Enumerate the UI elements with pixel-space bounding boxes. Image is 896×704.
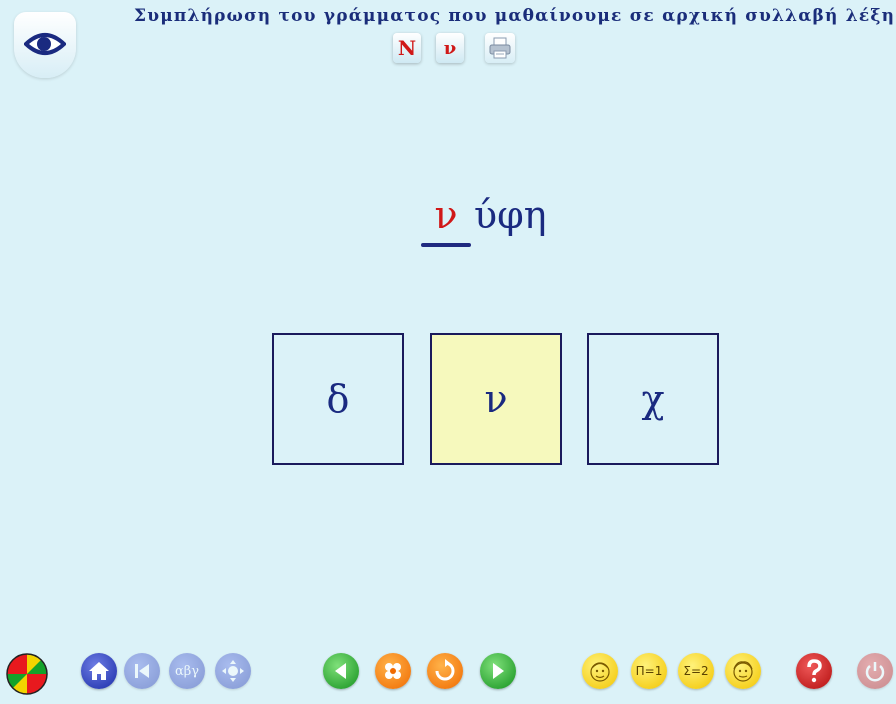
color-wheel-button[interactable] [5, 652, 49, 696]
navigate-icon [222, 660, 244, 682]
hint-face-button[interactable] [582, 653, 618, 689]
filled-blank[interactable]: ν [421, 193, 471, 237]
color-wheel-icon [6, 653, 48, 695]
refresh-icon [435, 659, 455, 681]
hint-face-icon [590, 662, 610, 682]
s2-icon: Σ=2 [683, 664, 709, 678]
previous-button[interactable] [323, 653, 359, 689]
choice-card-chi[interactable]: χ [587, 333, 719, 465]
s2-button[interactable]: Σ=2 [678, 653, 714, 689]
next-button[interactable] [480, 653, 516, 689]
choice-card-delta[interactable]: δ [272, 333, 404, 465]
power-button[interactable] [857, 653, 893, 689]
home-button[interactable] [81, 653, 117, 689]
cookie-button[interactable] [375, 653, 411, 689]
word-remainder: ύφη [474, 193, 547, 237]
alphabet-icon: αβγ [174, 663, 200, 679]
p1-button[interactable]: Π=1 [631, 653, 667, 689]
p1-icon: Π=1 [635, 664, 663, 678]
cookie-icon [385, 663, 401, 679]
first-icon [135, 664, 149, 678]
navigate-button[interactable] [215, 653, 251, 689]
question-icon [807, 659, 822, 683]
help-face-button[interactable] [725, 653, 761, 689]
alphabet-button[interactable]: αβγ [169, 653, 205, 689]
blank-underline [421, 243, 471, 247]
word-area: ν ύφη [0, 0, 896, 260]
question-button[interactable] [796, 653, 832, 689]
power-icon [865, 662, 885, 682]
choice-card-nu[interactable]: ν [430, 333, 562, 465]
help-face-icon [733, 661, 753, 682]
next-icon [493, 663, 504, 679]
previous-icon [335, 663, 346, 679]
refresh-button[interactable] [427, 653, 463, 689]
home-icon [89, 662, 109, 680]
first-button[interactable] [124, 653, 160, 689]
